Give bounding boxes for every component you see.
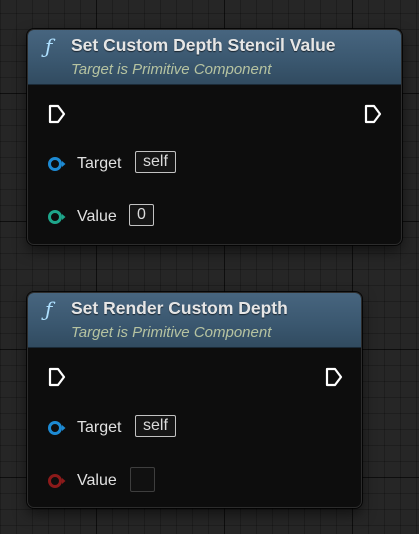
exec-out-pin-icon[interactable] [324,366,344,388]
exec-in-pin-icon[interactable] [47,366,67,388]
value-checkbox[interactable] [130,467,155,492]
value-integer-pin-icon[interactable] [47,209,67,225]
exec-in-pin-icon[interactable] [47,103,67,125]
exec-out-pin-icon[interactable] [363,103,383,125]
node-set-custom-depth-stencil-value[interactable]: ƒ Set Custom Depth Stencil Value Target … [27,29,402,245]
value-pin-label: Value [77,208,117,225]
node-subtitle: Target is Primitive Component [71,324,272,341]
function-icon: ƒ [45,34,53,58]
value-boolean-pin-icon[interactable] [47,473,67,489]
node-header[interactable]: ƒ Set Render Custom Depth Target is Prim… [28,293,361,348]
target-value-field[interactable]: self [135,151,176,173]
target-pin-label: Target [77,155,122,172]
target-object-pin-icon[interactable] [47,420,67,436]
node-set-render-custom-depth[interactable]: ƒ Set Render Custom Depth Target is Prim… [27,292,362,508]
node-subtitle: Target is Primitive Component [71,61,272,78]
node-title: Set Custom Depth Stencil Value [71,35,336,55]
value-number-field[interactable]: 0 [129,204,154,226]
target-value-field[interactable]: self [135,415,176,437]
function-icon: ƒ [45,297,53,321]
node-title: Set Render Custom Depth [71,298,288,318]
target-object-pin-icon[interactable] [47,156,67,172]
node-header[interactable]: ƒ Set Custom Depth Stencil Value Target … [28,30,401,85]
value-pin-label: Value [77,472,117,489]
target-pin-label: Target [77,419,122,436]
